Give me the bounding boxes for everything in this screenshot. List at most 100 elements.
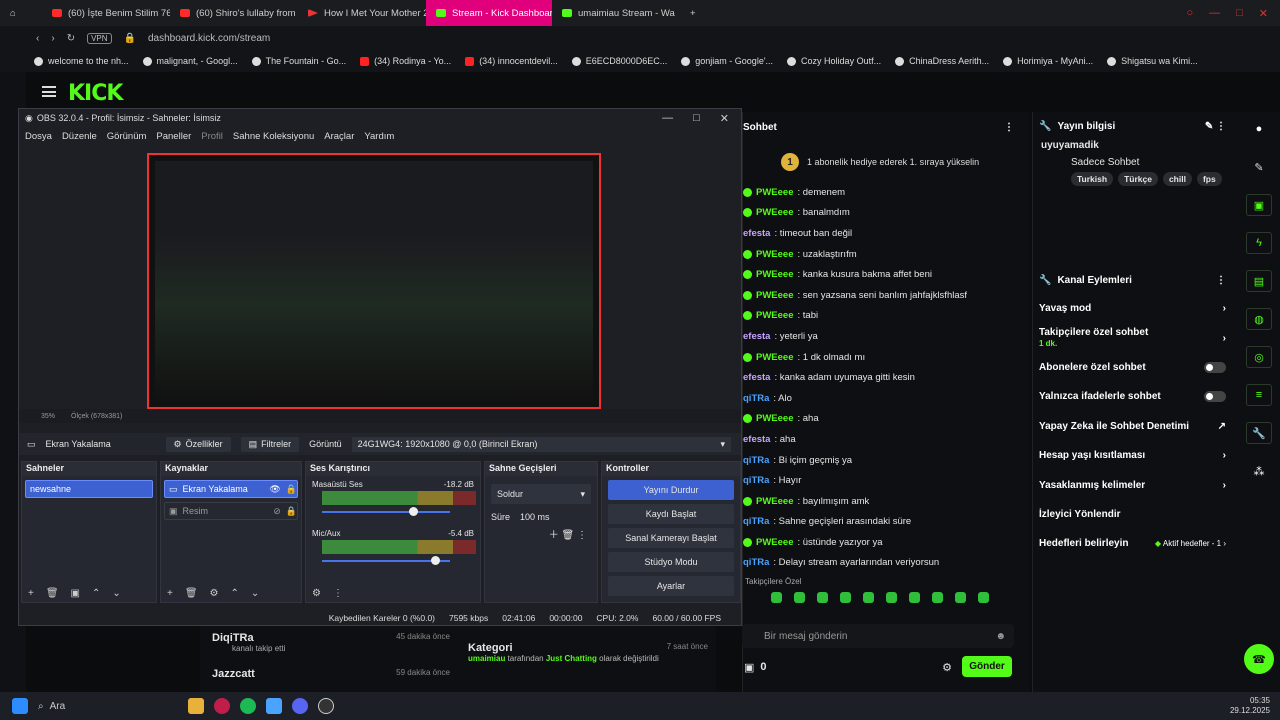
info-icon[interactable]: ●: [1246, 118, 1272, 140]
stop-streaming-button[interactable]: Yayını Durdur: [608, 480, 734, 500]
eye-hidden-icon[interactable]: ⊘: [273, 506, 281, 517]
reload-icon[interactable]: ↻: [67, 33, 75, 44]
emote-only-toggle[interactable]: [1204, 391, 1226, 403]
chat-username[interactable]: qiTRa: [743, 557, 769, 568]
filters-button[interactable]: ▤ Filtreler: [240, 436, 300, 452]
bookmark-item[interactable]: welcome to the nh...: [34, 56, 129, 66]
chat-username[interactable]: PWEeee: [756, 207, 794, 218]
chat-message[interactable]: qiTRa: Hayır: [743, 470, 1030, 491]
browser-menu-icon[interactable]: ⌂: [0, 0, 42, 26]
chat-username[interactable]: efesta: [743, 228, 770, 239]
chat-username[interactable]: efesta: [743, 372, 770, 383]
list-icon[interactable]: ≡: [1246, 384, 1272, 406]
chat-message[interactable]: PWEeee: banalmdım: [743, 203, 1030, 224]
chat-message[interactable]: qiTRa: Sahne geçişleri arasındaki süre: [743, 512, 1030, 533]
chat-message[interactable]: PWEeee: uzaklaştırıfm: [743, 244, 1030, 265]
close-icon[interactable]: ✕: [720, 112, 729, 125]
menu-docks[interactable]: Paneller: [156, 131, 191, 142]
pencil-icon[interactable]: ✎: [1246, 156, 1272, 178]
chat-message[interactable]: efesta: kanka adam uyumaya gitti kesin: [743, 367, 1030, 388]
mic-audio-slider[interactable]: [322, 556, 450, 565]
down-icon[interactable]: ⌄: [251, 588, 259, 599]
menu-scene-collection[interactable]: Sahne Koleksiyonu: [233, 131, 314, 142]
chat-message[interactable]: PWEeee: 1 dk olmadı mı: [743, 347, 1030, 368]
banned-words-row[interactable]: Yasaklanmış kelimeler ›: [1033, 470, 1238, 499]
chat-message[interactable]: PWEeee: sen yazsana seni banlım jahfajkl…: [743, 285, 1030, 306]
kick-logo[interactable]: KICK: [68, 81, 123, 106]
wrench-icon[interactable]: 🔧: [1246, 422, 1272, 444]
gear-icon[interactable]: ⚙: [210, 588, 219, 599]
scene-item[interactable]: newsahne: [25, 480, 153, 498]
lock-icon[interactable]: 🔒: [286, 484, 297, 495]
chat-username[interactable]: efesta: [743, 331, 770, 342]
browser-icon[interactable]: [214, 698, 230, 714]
send-button[interactable]: Gönder: [962, 656, 1012, 677]
chat-message[interactable]: PWEeee: tabi: [743, 306, 1030, 327]
window-controls[interactable]: ○ — □ ✕: [1186, 7, 1280, 20]
desktop-audio-slider[interactable]: [322, 507, 450, 516]
display-select[interactable]: 24G1WG4: 1920x1080 @ 0,0 (Birincil Ekran…: [351, 436, 731, 452]
menu-help[interactable]: Yardım: [364, 131, 394, 142]
chat-username[interactable]: PWEeee: [756, 249, 794, 260]
menu-view[interactable]: Görünüm: [107, 131, 147, 142]
add-icon[interactable]: +: [167, 588, 173, 599]
duration-input[interactable]: 100 ms: [520, 512, 550, 522]
transition-select[interactable]: Soldur ▾: [491, 484, 591, 504]
bookmark-item[interactable]: (34) innocentdevil...: [465, 56, 558, 66]
gear-icon[interactable]: ⚙: [942, 661, 952, 674]
chat-username[interactable]: efesta: [743, 434, 770, 445]
chat-username[interactable]: PWEeee: [756, 187, 794, 198]
chat-message[interactable]: qiTRa: Alo: [743, 388, 1030, 409]
studio-mode-button[interactable]: Stüdyo Modu: [608, 552, 734, 572]
chat-message[interactable]: PWEeee: kanka kusura bakma affet beni: [743, 264, 1030, 285]
discord-icon[interactable]: [292, 698, 308, 714]
bookmark-item[interactable]: (34) Rodinya - Yo...: [360, 56, 451, 66]
redirect-row[interactable]: İzleyici Yönlendir: [1033, 500, 1238, 529]
source-item[interactable]: ▣ Resim ⊘ 🔒: [164, 502, 298, 520]
emote-row[interactable]: [743, 592, 1030, 604]
followers-only-row[interactable]: Takipçilere özel sohbet 1 dk. ›: [1033, 323, 1238, 352]
chat-username[interactable]: PWEeee: [756, 269, 794, 280]
chat-message[interactable]: PWEeee: aha: [743, 409, 1030, 430]
menu-profile[interactable]: Profil: [201, 131, 223, 142]
lock-icon[interactable]: 🔒: [286, 506, 297, 517]
taskbar-search[interactable]: ⌕ Ara: [38, 701, 178, 712]
url-text[interactable]: dashboard.kick.com/stream: [148, 33, 270, 44]
down-icon[interactable]: ⌄: [112, 588, 120, 599]
minimize-icon[interactable]: —: [662, 112, 673, 125]
app-icon[interactable]: [266, 698, 282, 714]
activity-item[interactable]: Jazzcatt 59 dakika önce: [212, 668, 450, 680]
maximize-icon[interactable]: □: [693, 112, 700, 125]
back-icon[interactable]: ‹: [36, 33, 39, 44]
bookmark-item[interactable]: Cozy Holiday Outf...: [787, 56, 881, 66]
gift-icon[interactable]: ▣: [744, 661, 754, 674]
obs-icon[interactable]: [318, 698, 334, 714]
vpn-badge[interactable]: VPN: [87, 32, 112, 44]
folder-icon[interactable]: [188, 698, 204, 714]
browser-tab[interactable]: (60) İşte Benim Stilim 76. E: [42, 0, 170, 26]
settings-button[interactable]: Ayarlar: [608, 576, 734, 596]
chat-message[interactable]: qiTRa: Delayı stream ayarlarından veriyo…: [743, 553, 1030, 574]
chat-input[interactable]: Bir mesaj gönderin ☻: [742, 624, 1014, 648]
chat-username[interactable]: PWEeee: [756, 352, 794, 363]
chat-username[interactable]: PWEeee: [756, 413, 794, 424]
start-virtual-camera-button[interactable]: Sanal Kamerayı Başlat: [608, 528, 734, 548]
browser-tab[interactable]: umaimiau Stream - Wa: [552, 0, 680, 26]
bookmark-item[interactable]: gonjiam - Google'...: [681, 56, 773, 66]
address-bar[interactable]: ‹ › ↻ VPN 🔒 dashboard.kick.com/stream: [0, 26, 1280, 50]
more-icon[interactable]: ⋮: [333, 588, 343, 599]
chat-message[interactable]: qiTRa: Bi içim geçmiş ya: [743, 450, 1030, 471]
emote-only-row[interactable]: Yalnızca ifadelerle sohbet: [1033, 382, 1238, 411]
category-change-item[interactable]: Kategori 7 saat önce umaimiau tarafından …: [468, 642, 708, 663]
emoji-icon[interactable]: ☻: [995, 631, 1014, 642]
chat-message[interactable]: efesta: timeout ban değil: [743, 223, 1030, 244]
slow-mode-row[interactable]: Yavaş mod ›: [1033, 294, 1238, 323]
chat-message[interactable]: efesta: aha: [743, 429, 1030, 450]
system-clock[interactable]: 05:35 29.12.2025: [1230, 696, 1280, 716]
menu-tools[interactable]: Araçlar: [324, 131, 354, 142]
chat-username[interactable]: PWEeee: [756, 290, 794, 301]
bookmark-item[interactable]: malignant, - Googl...: [142, 56, 238, 66]
chat-message[interactable]: PWEeee: demenem: [743, 182, 1030, 203]
forward-icon[interactable]: ›: [51, 33, 54, 44]
browser-tab[interactable]: How I Met Your Mother 2.: [298, 0, 426, 26]
